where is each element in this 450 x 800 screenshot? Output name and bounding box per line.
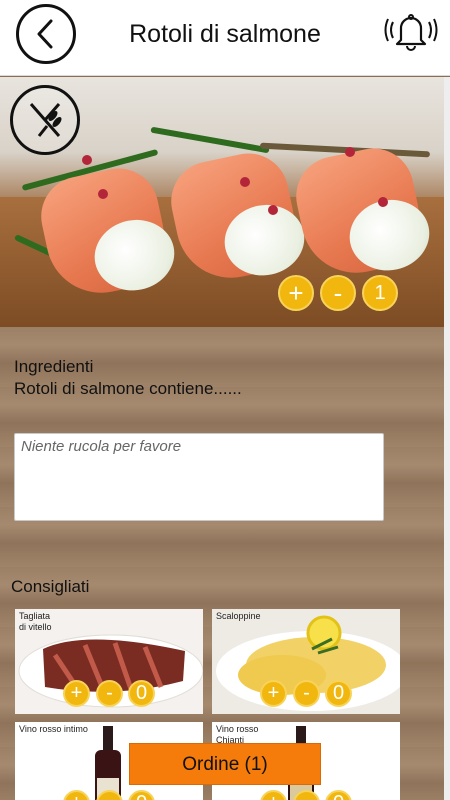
note-field[interactable] — [14, 433, 384, 521]
ingredients-title: Ingredienti — [14, 357, 94, 376]
gluten-free-icon — [29, 103, 62, 137]
card-label: Vino rosso Chianti — [216, 724, 259, 745]
hero-plus-button[interactable]: + — [278, 275, 314, 311]
peppercorn — [345, 147, 355, 157]
page-title: Rotoli di salmone — [129, 20, 321, 48]
peppercorn — [378, 197, 388, 207]
card-label: Vino rosso intimo — [19, 724, 88, 734]
card-label: Tagliata di vitello — [19, 611, 52, 632]
card-label: Scaloppine — [216, 611, 261, 621]
recommended-card[interactable]: Scaloppine + - 0 — [212, 609, 400, 714]
card-quantity: 0 — [128, 680, 155, 707]
card-minus-button[interactable]: - — [293, 680, 320, 707]
card-plus-button[interactable]: + — [260, 680, 287, 707]
peppercorn — [240, 177, 250, 187]
product-image: + - 1 — [0, 77, 444, 327]
peppercorn — [82, 155, 92, 165]
recommended-card[interactable]: Tagliata di vitello + - 0 — [15, 609, 203, 714]
card-minus-button[interactable]: - — [96, 680, 123, 707]
peppercorn — [98, 189, 108, 199]
hero-quantity: 1 — [362, 275, 398, 311]
gluten-free-badge — [10, 85, 80, 155]
card-plus-button[interactable]: + — [63, 680, 90, 707]
ingredients-text: Rotoli di salmone contiene...... — [14, 379, 242, 398]
bell-ringing-icon — [384, 14, 438, 51]
scrollbar[interactable] — [444, 77, 450, 800]
recommended-title: Consigliati — [11, 577, 90, 596]
notifications-button[interactable] — [384, 6, 438, 56]
hero-minus-button[interactable]: - — [320, 275, 356, 311]
peppercorn — [268, 205, 278, 215]
order-button[interactable]: Ordine (1) — [129, 743, 321, 785]
card-quantity: 0 — [325, 680, 352, 707]
app-header: Rotoli di salmone — [0, 0, 450, 76]
arugula-leaf — [150, 126, 270, 154]
